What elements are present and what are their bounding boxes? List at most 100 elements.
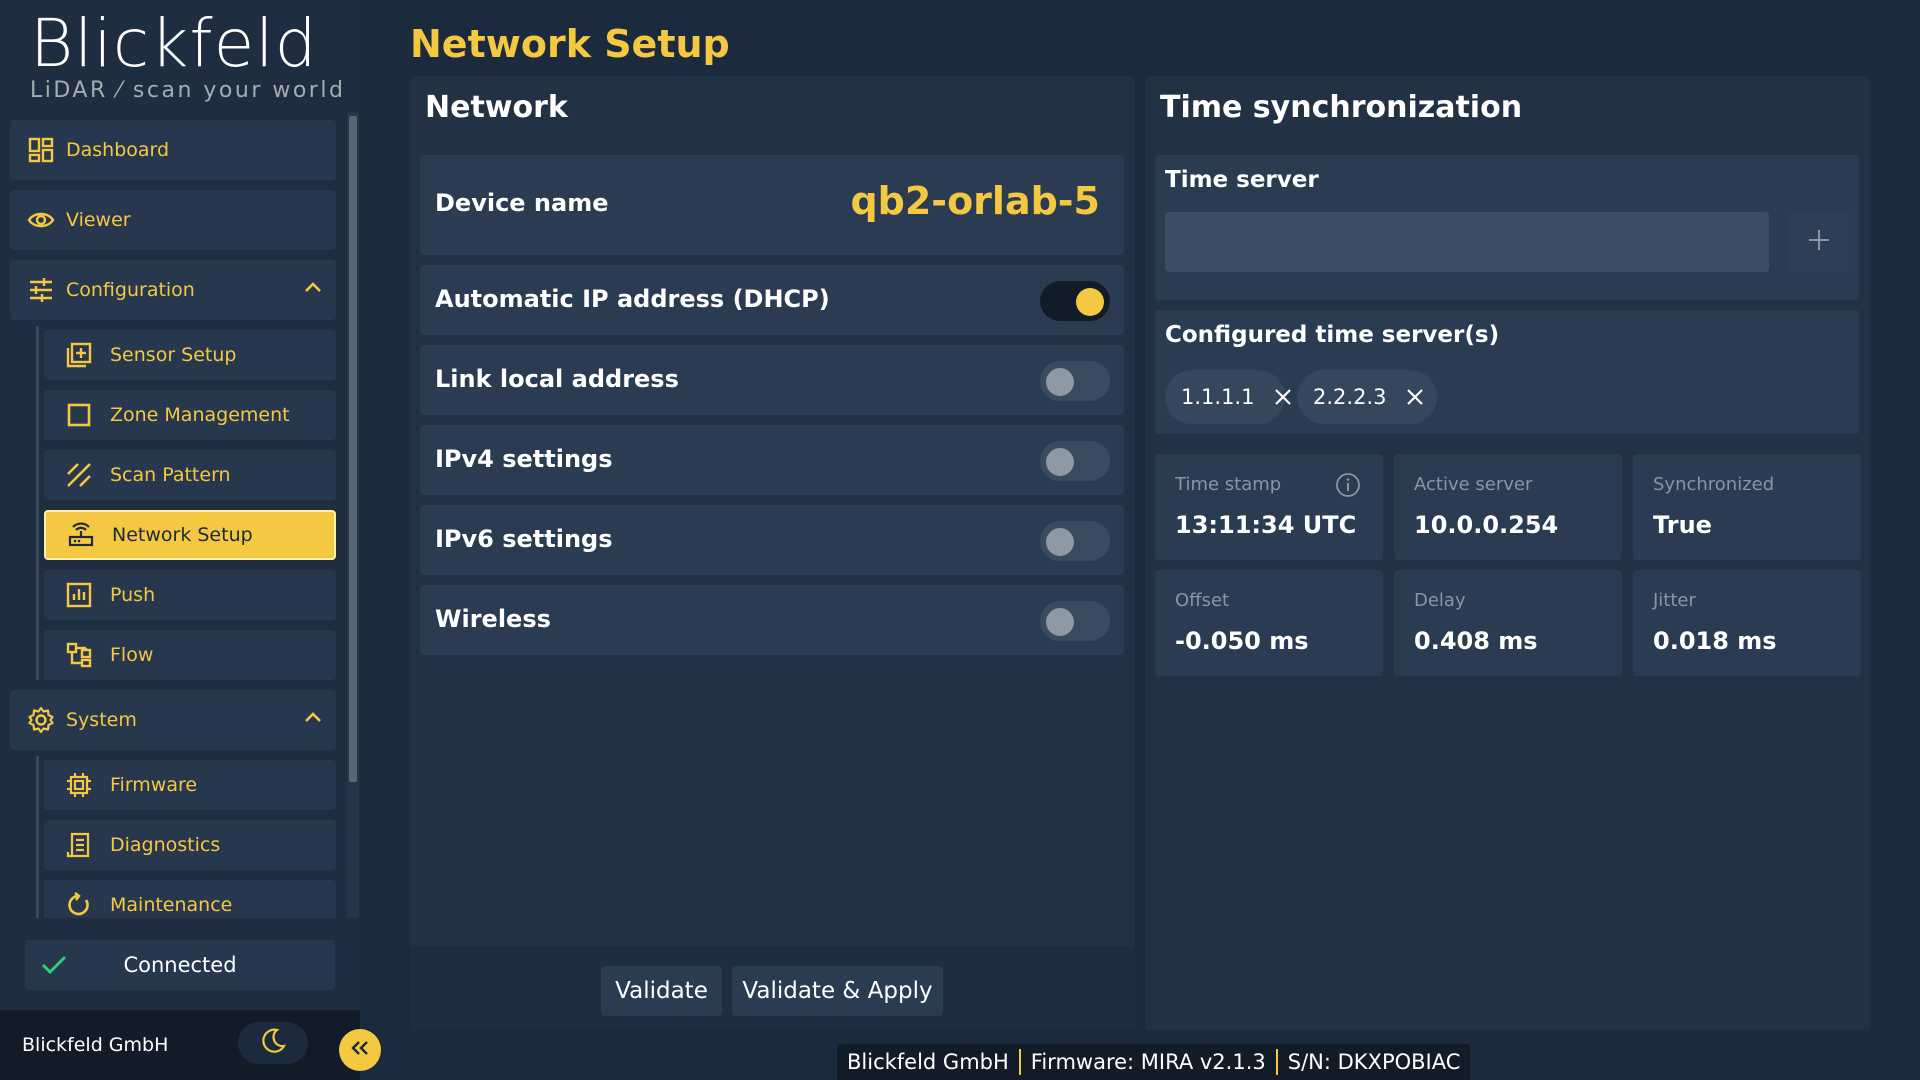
sidebar-item-system[interactable]: System bbox=[10, 690, 336, 750]
plus-icon bbox=[1807, 228, 1831, 256]
eye-icon bbox=[26, 205, 56, 235]
wireless-row: Wireless bbox=[420, 585, 1124, 655]
report-icon bbox=[64, 830, 94, 860]
nav-menu: Dashboard Viewer Configuration Sensor Se… bbox=[0, 118, 346, 918]
toggle-label: Link local address bbox=[435, 365, 679, 393]
ipv4-toggle[interactable] bbox=[1040, 441, 1110, 481]
stat-value: 10.0.0.254 bbox=[1414, 511, 1559, 539]
network-panel-title: Network bbox=[425, 90, 568, 125]
sidebar-item-label: System bbox=[66, 709, 137, 731]
sidebar-item-label: Diagnostics bbox=[110, 834, 221, 856]
status-firmware: Firmware: MIRA v2.1.3 bbox=[1030, 1050, 1266, 1074]
theme-toggle-button[interactable] bbox=[238, 1022, 308, 1064]
sidebar: Blickfeld LiDAR ⁄ scan your world Dashbo… bbox=[0, 0, 360, 1080]
device-name-row: Device name qb2-orlab-5 bbox=[420, 155, 1124, 255]
sidebar-item-viewer[interactable]: Viewer bbox=[10, 190, 336, 250]
time-server-input[interactable] bbox=[1165, 212, 1769, 272]
sidebar-item-label: Zone Management bbox=[110, 404, 290, 426]
sidebar-item-configuration[interactable]: Configuration bbox=[10, 260, 336, 320]
validate-apply-button[interactable]: Validate & Apply bbox=[732, 966, 943, 1016]
wireless-toggle[interactable] bbox=[1040, 601, 1110, 641]
toggle-knob bbox=[1046, 528, 1074, 556]
sidebar-item-firmware[interactable]: Firmware bbox=[44, 760, 336, 810]
sidebar-item-push[interactable]: Push bbox=[44, 570, 336, 620]
stat-value: 0.018 ms bbox=[1653, 627, 1777, 655]
chip-icon bbox=[64, 770, 94, 800]
sidebar-item-sensor-setup[interactable]: Sensor Setup bbox=[44, 330, 336, 380]
sidebar-item-label: Firmware bbox=[110, 774, 198, 796]
refresh-icon bbox=[64, 890, 94, 918]
link-local-row: Link local address bbox=[420, 345, 1124, 415]
stat-key: Synchronized bbox=[1653, 474, 1775, 495]
sidebar-item-dashboard[interactable]: Dashboard bbox=[10, 120, 336, 180]
dhcp-row: Automatic IP address (DHCP) bbox=[420, 265, 1124, 335]
collapse-sidebar-button[interactable] bbox=[339, 1029, 381, 1071]
validate-button[interactable]: Validate bbox=[601, 966, 722, 1016]
sidebar-item-label: Sensor Setup bbox=[110, 344, 237, 366]
sidebar-item-scan-pattern[interactable]: Scan Pattern bbox=[44, 450, 336, 500]
sidebar-item-zone-management[interactable]: Zone Management bbox=[44, 390, 336, 440]
sidebar-item-network-setup[interactable]: Network Setup bbox=[44, 510, 336, 560]
stat-value: 0.408 ms bbox=[1414, 627, 1538, 655]
sensor-setup-icon bbox=[64, 340, 94, 370]
page-title: Network Setup bbox=[410, 22, 730, 66]
scrollbar-thumb[interactable] bbox=[349, 116, 357, 782]
sidebar-item-maintenance[interactable]: Maintenance bbox=[44, 880, 336, 918]
link-local-toggle[interactable] bbox=[1040, 361, 1110, 401]
logo-tagline: LiDAR ⁄ scan your world bbox=[30, 78, 346, 103]
stat-key: Active server bbox=[1414, 474, 1533, 495]
time-server-card: Time server bbox=[1155, 155, 1859, 300]
sidebar-item-label: Network Setup bbox=[112, 524, 253, 546]
square-icon bbox=[64, 400, 94, 430]
double-chevron-left-icon bbox=[349, 1039, 371, 1061]
moon-icon bbox=[259, 1027, 287, 1059]
sidebar-item-diagnostics[interactable]: Diagnostics bbox=[44, 820, 336, 870]
stat-jitter: Jitter 0.018 ms bbox=[1633, 570, 1861, 676]
network-panel: Network Device name qb2-orlab-5 Automati… bbox=[410, 76, 1135, 1030]
ipv6-row: IPv6 settings bbox=[420, 505, 1124, 575]
toggle-label: Wireless bbox=[435, 605, 551, 633]
server-chip-label: 2.2.2.3 bbox=[1313, 385, 1387, 409]
add-time-server-button[interactable] bbox=[1789, 212, 1849, 272]
stat-value: -0.050 ms bbox=[1175, 627, 1309, 655]
flow-icon bbox=[64, 640, 94, 670]
status-separator bbox=[1018, 1049, 1021, 1075]
ipv6-toggle[interactable] bbox=[1040, 521, 1110, 561]
sidebar-scrollbar[interactable] bbox=[347, 112, 359, 918]
server-chip: 1.1.1.1 bbox=[1165, 370, 1292, 424]
server-chip-label: 1.1.1.1 bbox=[1181, 385, 1255, 409]
stat-key: Offset bbox=[1175, 590, 1230, 611]
stat-delay: Delay 0.408 ms bbox=[1394, 570, 1622, 676]
toggle-label: IPv4 settings bbox=[435, 445, 613, 473]
close-icon[interactable] bbox=[1274, 388, 1292, 406]
time-sync-panel: Time synchronization Time server Configu… bbox=[1145, 76, 1870, 1030]
toggle-label: Automatic IP address (DHCP) bbox=[435, 285, 830, 313]
chevron-up-icon[interactable] bbox=[304, 278, 322, 297]
status-serial: S/N: DKXPOBIAC bbox=[1287, 1050, 1461, 1074]
status-company: Blickfeld GmbH bbox=[847, 1050, 1009, 1074]
status-bar: Blickfeld GmbH Firmware: MIRA v2.1.3 S/N… bbox=[837, 1044, 1471, 1080]
configured-servers-card: Configured time server(s) 1.1.1.1 2.2.2.… bbox=[1155, 310, 1859, 434]
sidebar-item-label: Scan Pattern bbox=[110, 464, 231, 486]
device-name-label: Device name bbox=[435, 189, 609, 217]
submenu-line bbox=[36, 756, 39, 918]
toggle-knob bbox=[1046, 368, 1074, 396]
sidebar-footer: Blickfeld GmbH bbox=[0, 1010, 360, 1080]
status-separator bbox=[1275, 1049, 1278, 1075]
stat-value: True bbox=[1653, 511, 1712, 539]
dhcp-toggle[interactable] bbox=[1040, 281, 1110, 321]
sidebar-item-flow[interactable]: Flow bbox=[44, 630, 336, 680]
chevron-up-icon[interactable] bbox=[304, 708, 322, 727]
device-name-value[interactable]: qb2-orlab-5 bbox=[850, 179, 1100, 223]
sidebar-item-label: Maintenance bbox=[110, 894, 233, 916]
info-icon[interactable] bbox=[1335, 472, 1361, 502]
ipv4-row: IPv4 settings bbox=[420, 425, 1124, 495]
close-icon[interactable] bbox=[1406, 388, 1424, 406]
sidebar-item-label: Push bbox=[110, 584, 156, 606]
stat-active-server: Active server 10.0.0.254 bbox=[1394, 454, 1622, 560]
router-icon bbox=[66, 520, 96, 550]
submenu-line bbox=[36, 326, 39, 680]
stat-key: Delay bbox=[1414, 590, 1466, 611]
toggle-knob bbox=[1046, 448, 1074, 476]
stat-value: 13:11:34 UTC bbox=[1175, 511, 1357, 539]
